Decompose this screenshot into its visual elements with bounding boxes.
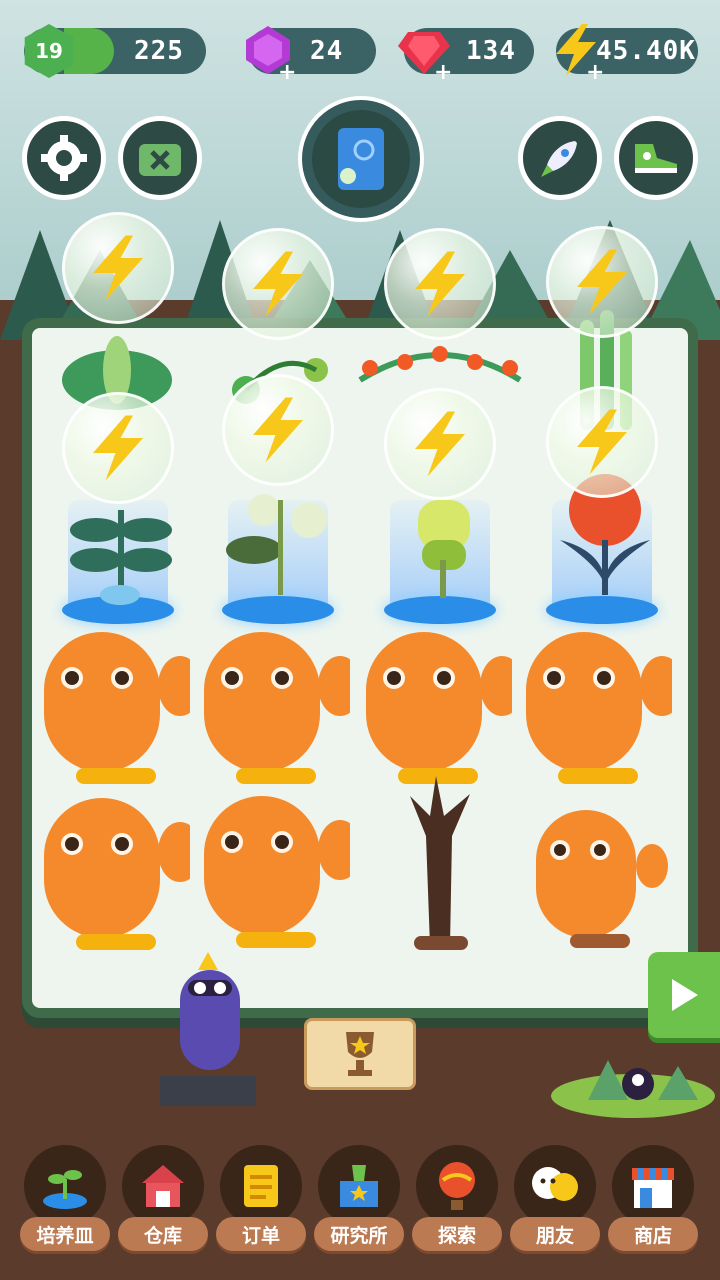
nav-label: 商店 bbox=[608, 1217, 698, 1251]
energy-bubble[interactable] bbox=[222, 228, 334, 340]
settings-button[interactable] bbox=[22, 116, 106, 200]
lightning-icon bbox=[93, 415, 143, 481]
rocket-icon bbox=[541, 141, 577, 177]
energy-bubble[interactable] bbox=[546, 386, 658, 498]
sprout-icon bbox=[43, 1170, 87, 1209]
energy-bubble[interactable] bbox=[384, 388, 496, 500]
nav-label: 仓库 bbox=[118, 1217, 208, 1251]
tv-cross-icon bbox=[139, 144, 181, 176]
fern-plant bbox=[70, 510, 172, 605]
nav-research[interactable]: 研究所 bbox=[314, 1145, 404, 1251]
add-rubies-icon: + bbox=[434, 60, 453, 85]
flower-plant bbox=[226, 494, 327, 595]
trophy-sign[interactable] bbox=[304, 1018, 416, 1090]
nav-label: 朋友 bbox=[510, 1217, 600, 1251]
xp-value: 225 bbox=[134, 36, 184, 66]
lightning-icon bbox=[253, 397, 303, 463]
lightning-icon bbox=[93, 235, 143, 301]
play-icon bbox=[672, 979, 698, 1011]
gem-counter[interactable]: + 24 bbox=[246, 26, 376, 85]
energy-bubble[interactable] bbox=[546, 226, 658, 338]
rocket-button[interactable] bbox=[518, 116, 602, 200]
nav-petri-dish[interactable]: 培养皿 bbox=[20, 1145, 110, 1251]
lightning-icon bbox=[577, 409, 627, 475]
ice-base bbox=[384, 596, 496, 624]
boost-button[interactable] bbox=[614, 116, 698, 200]
guidebook-button[interactable] bbox=[298, 96, 424, 222]
energy-bubble[interactable] bbox=[384, 228, 496, 340]
orange-cactus[interactable] bbox=[362, 626, 512, 786]
energy-bubble[interactable] bbox=[222, 374, 334, 486]
level-bar[interactable]: 19 225 bbox=[24, 24, 206, 78]
book-icon bbox=[338, 128, 384, 190]
lab-icon bbox=[340, 1165, 378, 1207]
nav-explore[interactable]: 探索 bbox=[412, 1145, 502, 1251]
nav-label: 订单 bbox=[216, 1217, 306, 1251]
nav-shop[interactable]: 商店 bbox=[608, 1145, 698, 1251]
nav-friends[interactable]: 朋友 bbox=[510, 1145, 600, 1251]
trophy-icon bbox=[346, 1032, 374, 1076]
gear-icon bbox=[41, 135, 87, 181]
play-button[interactable] bbox=[648, 952, 720, 1038]
barn-icon bbox=[142, 1165, 184, 1207]
lightning-icon bbox=[415, 411, 465, 477]
balloon-icon bbox=[439, 1162, 475, 1210]
orange-cactus[interactable] bbox=[200, 626, 350, 786]
friends-icon bbox=[532, 1167, 578, 1201]
gem-value: 24 bbox=[310, 36, 344, 66]
ruby-counter[interactable]: + 134 bbox=[398, 28, 534, 85]
ruby-value: 134 bbox=[466, 36, 516, 66]
energy-bubble[interactable] bbox=[62, 392, 174, 504]
sneaker-icon bbox=[635, 144, 677, 173]
small-orange-cactus[interactable] bbox=[530, 800, 680, 960]
nav-warehouse[interactable]: 仓库 bbox=[118, 1145, 208, 1251]
nav-orders[interactable]: 订单 bbox=[216, 1145, 306, 1251]
nav-label: 培养皿 bbox=[20, 1217, 110, 1251]
ads-off-button[interactable] bbox=[118, 116, 202, 200]
add-gems-icon: + bbox=[278, 60, 297, 85]
orange-cactus[interactable] bbox=[40, 626, 190, 786]
orange-cactus[interactable] bbox=[200, 790, 350, 950]
bush-creature[interactable] bbox=[548, 1050, 718, 1120]
energy-value: 45.40K bbox=[596, 36, 696, 66]
corn-plant bbox=[418, 500, 470, 598]
energy-bubble[interactable] bbox=[62, 212, 174, 324]
nav-label: 探索 bbox=[412, 1217, 502, 1251]
ice-base bbox=[546, 596, 658, 624]
mascot-monster[interactable] bbox=[160, 950, 260, 1110]
orange-cactus[interactable] bbox=[40, 792, 190, 952]
withered-tree[interactable] bbox=[400, 776, 480, 956]
ice-base bbox=[222, 596, 334, 624]
shop-icon bbox=[632, 1168, 674, 1208]
lightning-icon bbox=[253, 251, 303, 317]
energy-counter[interactable]: + 45.40K bbox=[556, 24, 698, 85]
orange-cactus[interactable] bbox=[522, 626, 672, 786]
lightning-icon bbox=[577, 249, 627, 315]
lightning-icon bbox=[415, 251, 465, 317]
scroll-icon bbox=[244, 1165, 278, 1207]
nav-label: 研究所 bbox=[314, 1217, 404, 1251]
